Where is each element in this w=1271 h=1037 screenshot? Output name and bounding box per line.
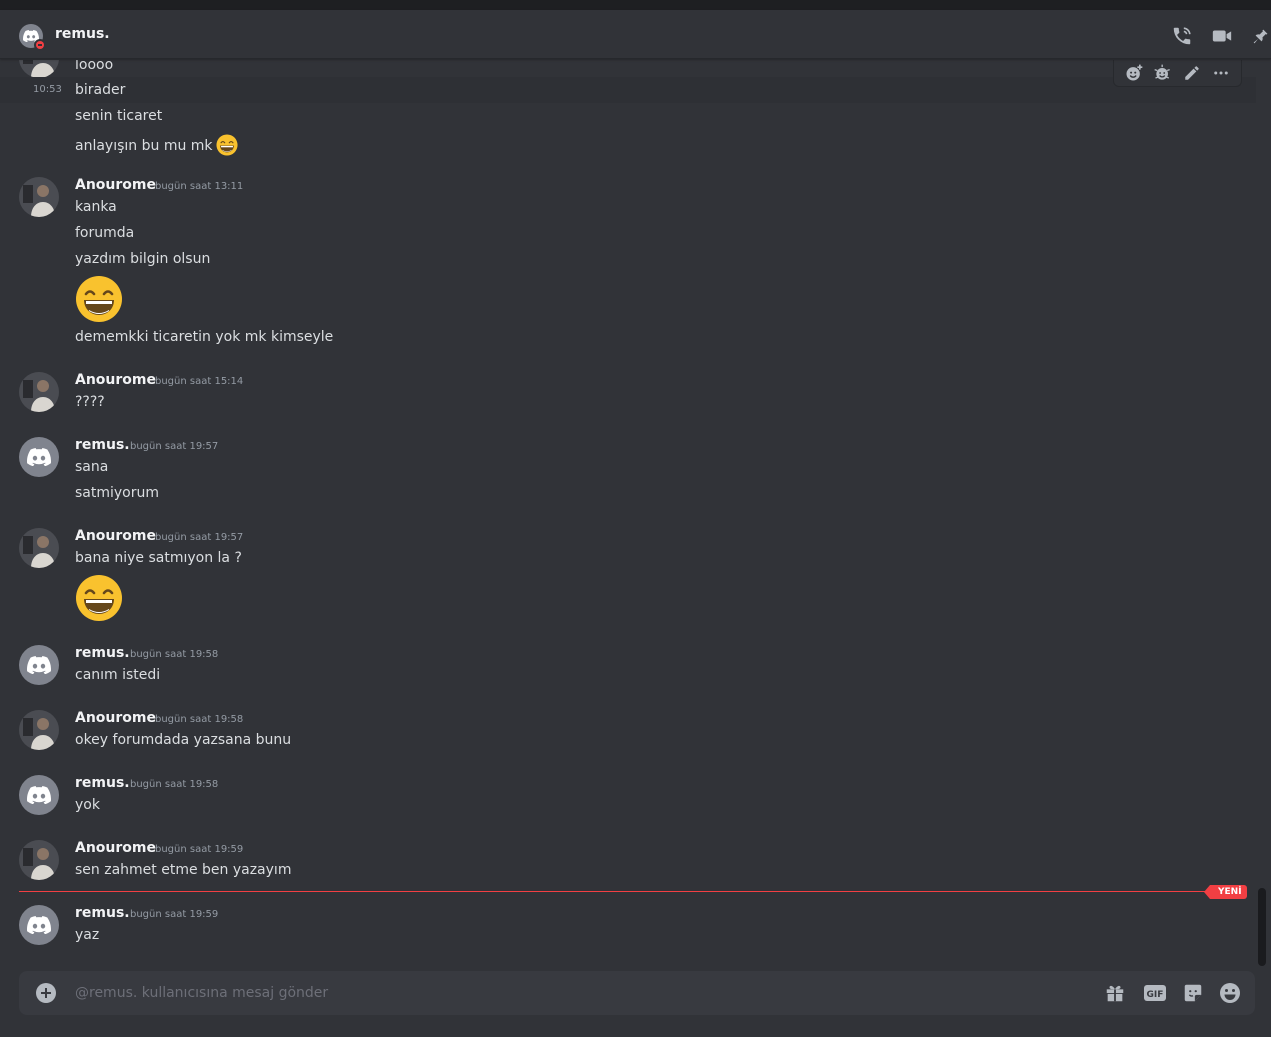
avatar-photo[interactable] bbox=[19, 372, 59, 412]
avatar-default[interactable] bbox=[19, 645, 59, 685]
message-side-time: 10:53 bbox=[33, 84, 62, 95]
message-author[interactable]: remus. bbox=[75, 645, 130, 661]
avatar-photo[interactable] bbox=[19, 177, 59, 217]
message-timestamp: bugün saat 19:59 bbox=[155, 844, 244, 855]
message-input[interactable] bbox=[75, 983, 1075, 1003]
more-icon[interactable] bbox=[1210, 62, 1232, 84]
hovered-message-row[interactable] bbox=[0, 77, 1256, 103]
message-text: canım istedi bbox=[75, 667, 161, 683]
avatar-photo[interactable] bbox=[19, 60, 59, 78]
message-timestamp: bugün saat 19:58 bbox=[155, 714, 244, 725]
message-text: ???? bbox=[75, 394, 105, 410]
message-timestamp: bugün saat 19:58 bbox=[130, 649, 219, 660]
message-author[interactable]: Anourome bbox=[75, 840, 156, 856]
dm-title: remus. bbox=[55, 26, 110, 42]
gif-label: GIF bbox=[1147, 990, 1164, 1000]
window-top-strip bbox=[0, 0, 1271, 10]
attach-plus-icon[interactable] bbox=[36, 983, 56, 1003]
message-author[interactable]: Anourome bbox=[75, 372, 156, 388]
avatar-photo[interactable] bbox=[19, 528, 59, 568]
message-author[interactable]: Anourome bbox=[75, 710, 156, 726]
message-text: loooo bbox=[75, 60, 114, 73]
discord-logo-icon bbox=[27, 916, 51, 934]
message-author[interactable]: remus. bbox=[75, 437, 130, 453]
new-messages-badge: YENİ bbox=[1204, 885, 1247, 899]
avatar-photo[interactable] bbox=[19, 840, 59, 880]
message-text: yaz bbox=[75, 927, 100, 943]
add-reaction-icon[interactable] bbox=[1123, 62, 1145, 84]
avatar-default[interactable] bbox=[19, 775, 59, 815]
message-text: satmiyorum bbox=[75, 485, 160, 501]
message-text: sana bbox=[75, 459, 109, 475]
avatar-default[interactable] bbox=[19, 437, 59, 477]
header-avatar[interactable] bbox=[19, 24, 46, 51]
super-reaction-icon[interactable] bbox=[1152, 62, 1174, 84]
message-author[interactable]: Anourome bbox=[75, 528, 156, 544]
message-text: bana niye satmıyon la ? bbox=[75, 550, 242, 566]
scrollbar-thumb[interactable] bbox=[1258, 888, 1266, 966]
message-author[interactable]: remus. bbox=[75, 905, 130, 921]
message-with-emoji: anlayışın bu mu mk bbox=[75, 134, 238, 156]
message-timestamp: bugün saat 19:58 bbox=[130, 779, 219, 790]
new-messages-divider bbox=[19, 891, 1241, 892]
message-text: senin ticaret bbox=[75, 108, 163, 124]
message-text: birader bbox=[75, 82, 126, 98]
message-list: loooo 10:53 birader senin ticaret anlayı… bbox=[0, 60, 1256, 968]
message-text: sen zahmet etme ben yazayım bbox=[75, 862, 292, 878]
message-timestamp: bugün saat 15:14 bbox=[155, 376, 244, 387]
message-composer: GIF bbox=[19, 971, 1255, 1015]
message-text: okey forumdada yazsana bunu bbox=[75, 732, 292, 748]
dnd-status-icon bbox=[34, 39, 46, 51]
avatar-photo[interactable] bbox=[19, 710, 59, 750]
message-hover-toolbar bbox=[1113, 60, 1242, 87]
message-text: yok bbox=[75, 797, 100, 813]
discord-logo-icon bbox=[27, 786, 51, 804]
message-text: forumda bbox=[75, 225, 135, 241]
message-text: yazdım bilgin olsun bbox=[75, 251, 211, 267]
voice-call-icon[interactable] bbox=[1170, 24, 1194, 48]
message-timestamp: bugün saat 19:57 bbox=[155, 532, 244, 543]
discord-logo-icon bbox=[27, 656, 51, 674]
message-timestamp: bugün saat 19:57 bbox=[130, 441, 219, 452]
message-text: anlayışın bu mu mk bbox=[75, 138, 213, 154]
edit-icon[interactable] bbox=[1181, 62, 1203, 84]
dm-header: remus. bbox=[0, 10, 1271, 59]
message-timestamp: bugün saat 13:11 bbox=[155, 181, 244, 192]
grinning-emoji-icon bbox=[215, 134, 238, 156]
gift-icon[interactable] bbox=[1103, 981, 1127, 1005]
avatar-default[interactable] bbox=[19, 905, 59, 945]
emoji-icon[interactable] bbox=[1218, 981, 1242, 1005]
message-author[interactable]: remus. bbox=[75, 775, 130, 791]
grinning-emoji-icon bbox=[76, 276, 122, 322]
pin-icon[interactable] bbox=[1249, 24, 1271, 48]
message-text: dememkki ticaretin yok mk kimseyle bbox=[75, 329, 334, 345]
message-text: kanka bbox=[75, 199, 117, 215]
video-call-icon[interactable] bbox=[1210, 24, 1234, 48]
message-author[interactable]: Anourome bbox=[75, 177, 156, 193]
sticker-icon[interactable] bbox=[1181, 981, 1205, 1005]
message-timestamp: bugün saat 19:59 bbox=[130, 909, 219, 920]
discord-logo-icon bbox=[27, 448, 51, 466]
gif-icon[interactable]: GIF bbox=[1143, 981, 1167, 1005]
grinning-emoji-icon bbox=[76, 575, 122, 621]
